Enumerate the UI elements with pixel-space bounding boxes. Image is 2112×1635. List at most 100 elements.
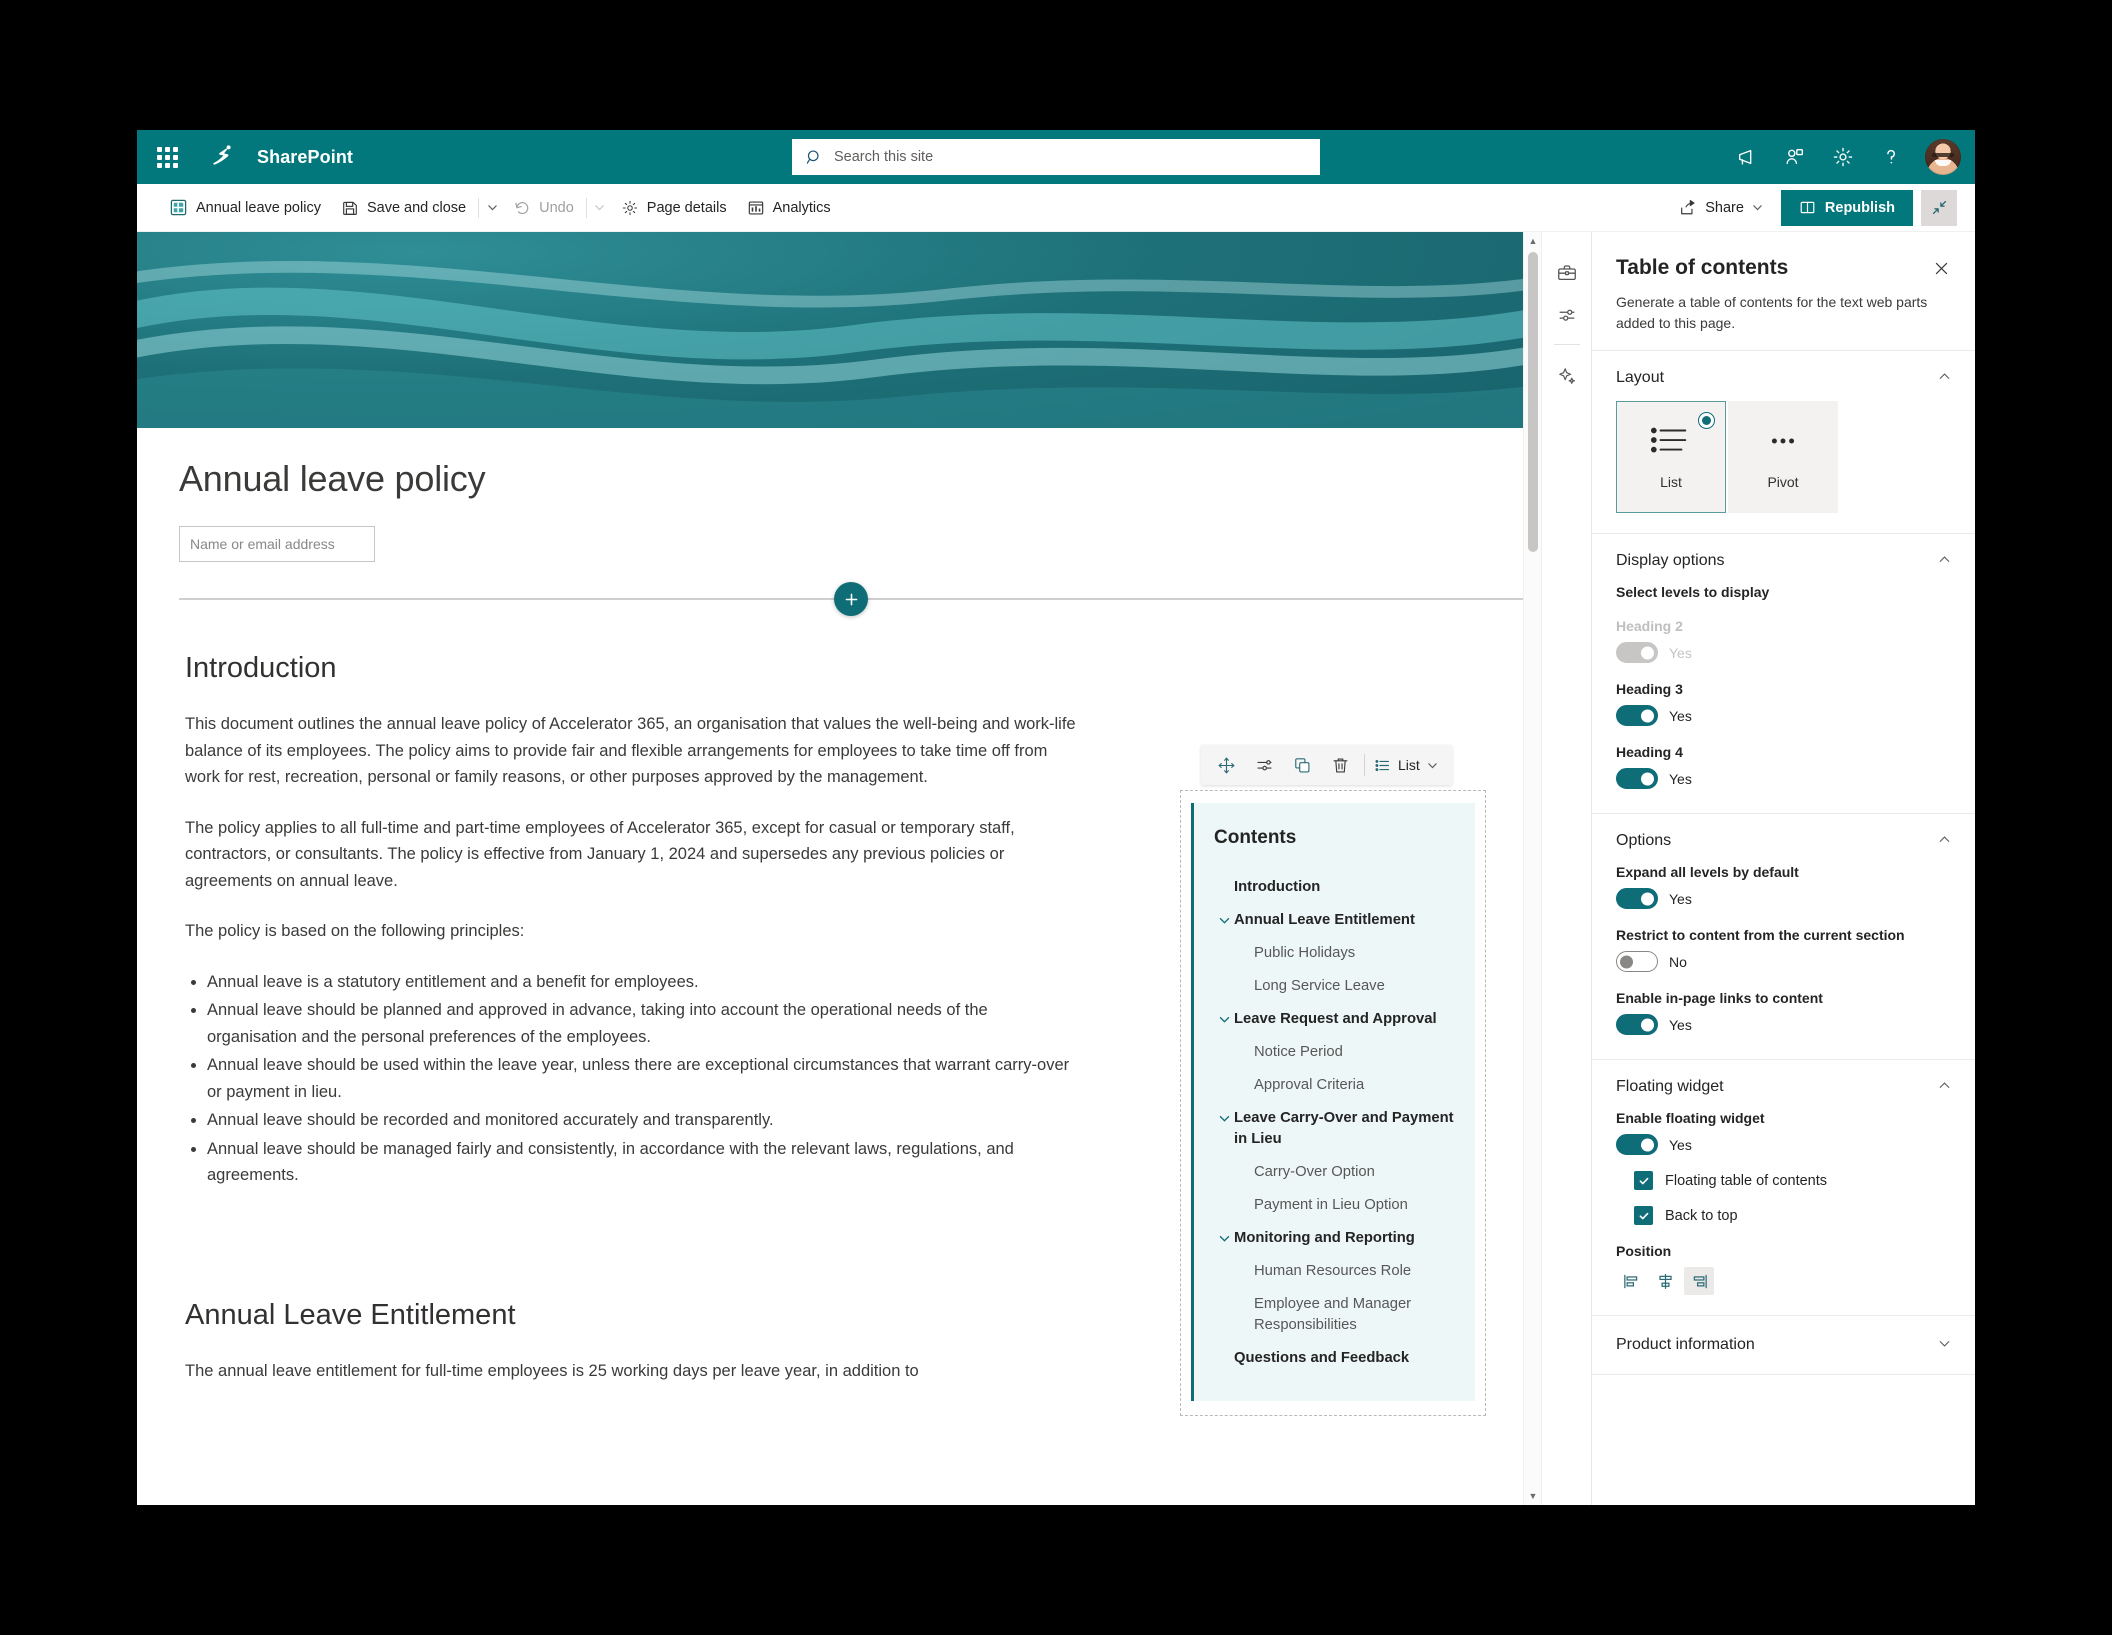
republish-button[interactable]: Republish — [1780, 189, 1913, 226]
toc-item[interactable]: Long Service Leave — [1214, 970, 1457, 1003]
pane-description: Generate a table of contents for the tex… — [1616, 294, 1928, 331]
toc-item[interactable]: Employee and Manager Responsibilities — [1214, 1288, 1457, 1342]
chevron-down-icon[interactable] — [1214, 1009, 1234, 1026]
copilot-sparkle-icon[interactable] — [1547, 355, 1587, 397]
chevron-down-icon[interactable] — [1214, 1228, 1234, 1245]
heading3-toggle[interactable] — [1616, 705, 1658, 726]
scroll-down-arrow[interactable]: ▼ — [1524, 1487, 1542, 1505]
toc-item-label: Carry-Over Option — [1254, 1164, 1375, 1180]
divider — [585, 197, 587, 218]
save-options-caret[interactable] — [481, 189, 503, 227]
heading3-toggle-value: Yes — [1669, 707, 1692, 724]
toc-item[interactable]: Monitoring and Reporting — [1214, 1222, 1457, 1255]
property-pane: Table of contents Generate a table of co… — [1591, 232, 1975, 1505]
byline-input[interactable]: Name or email address — [179, 526, 375, 562]
chevron-down-icon[interactable] — [1214, 1108, 1234, 1125]
user-avatar[interactable] — [1925, 139, 1961, 175]
scroll-up-arrow[interactable]: ▲ — [1524, 232, 1542, 250]
save-and-close-button[interactable]: Save and close — [331, 189, 476, 227]
search-input[interactable] — [834, 149, 1310, 165]
scrollbar-thumb[interactable] — [1528, 252, 1538, 552]
align-right-icon[interactable] — [1684, 1267, 1714, 1295]
canvas-scrollbar[interactable]: ▲ ▼ — [1523, 232, 1541, 1505]
group-display-options-header[interactable]: Display options — [1616, 552, 1951, 570]
inpage-links-toggle[interactable] — [1616, 1014, 1658, 1035]
heading2-toggle[interactable] — [1616, 642, 1658, 663]
app-title: SharePoint — [257, 146, 354, 167]
enable-floating-widget-toggle[interactable] — [1616, 1134, 1658, 1155]
collapse-pane-button[interactable] — [1921, 189, 1957, 226]
toc-item[interactable]: Notice Period — [1214, 1036, 1457, 1069]
republish-label: Republish — [1824, 199, 1895, 216]
webpart-layout-selector[interactable]: List — [1370, 746, 1446, 784]
group-floating-widget-header[interactable]: Floating widget — [1616, 1078, 1951, 1096]
inpage-links-value: Yes — [1669, 1016, 1692, 1033]
group-product-information-header[interactable]: Product information — [1616, 1336, 1951, 1354]
toc-item[interactable]: Annual Leave Entitlement — [1214, 904, 1457, 937]
search-container — [792, 139, 1320, 175]
back-to-top-checkbox-row[interactable]: Back to top — [1634, 1206, 1951, 1225]
help-icon[interactable] — [1869, 134, 1913, 180]
undo-options-caret[interactable] — [589, 189, 611, 227]
align-center-icon[interactable] — [1650, 1267, 1680, 1295]
share-label: Share — [1705, 199, 1744, 216]
select-levels-label: Select levels to display — [1616, 584, 1770, 600]
toc-item-label: Approval Criteria — [1254, 1077, 1365, 1093]
toolbox-icon[interactable] — [1547, 252, 1587, 294]
megaphone-icon[interactable] — [1725, 134, 1769, 180]
toc-item[interactable]: Questions and Feedback — [1214, 1342, 1457, 1375]
enable-floating-widget-value: Yes — [1669, 1136, 1692, 1153]
floating-toc-checkbox[interactable] — [1634, 1171, 1653, 1190]
heading4-toggle[interactable] — [1616, 768, 1658, 789]
heading2-label: Heading 2 — [1616, 618, 1683, 634]
table-of-contents-webpart[interactable]: List Contents Introduction Annual Leave E… — [1180, 745, 1486, 1416]
duplicate-icon[interactable] — [1283, 746, 1321, 784]
enable-floating-widget-label: Enable floating widget — [1616, 1110, 1765, 1126]
share-button[interactable]: Share — [1669, 189, 1773, 227]
layout-option-pivot[interactable]: Pivot — [1728, 401, 1838, 513]
toc-item[interactable]: Leave Request and Approval — [1214, 1003, 1457, 1036]
floating-toc-checkbox-row[interactable]: Floating table of contents — [1634, 1171, 1951, 1190]
app-launcher-button[interactable] — [143, 133, 191, 181]
sharepoint-page-icon — [170, 199, 187, 216]
close-icon[interactable] — [1927, 254, 1955, 282]
analytics-button[interactable]: Analytics — [737, 189, 841, 227]
chevron-down-icon[interactable] — [1214, 910, 1234, 927]
group-layout-header[interactable]: Layout — [1616, 369, 1951, 387]
back-to-top-checkbox[interactable] — [1634, 1206, 1653, 1225]
move-icon[interactable] — [1207, 746, 1245, 784]
group-display-options-title: Display options — [1616, 552, 1725, 569]
toc-item[interactable]: Payment in Lieu Option — [1214, 1189, 1457, 1222]
toc-item-label: Questions and Feedback — [1234, 1350, 1410, 1366]
group-options-header[interactable]: Options — [1616, 832, 1951, 850]
text-webpart-content[interactable]: Introduction This document outlines the … — [137, 600, 1137, 1384]
restrict-section-label: Restrict to content from the current sec… — [1616, 927, 1905, 943]
toc-item[interactable]: Human Resources Role — [1214, 1255, 1457, 1288]
toc-item-label: Monitoring and Reporting — [1234, 1230, 1415, 1246]
toc-item[interactable]: Public Holidays — [1214, 937, 1457, 970]
org-chart-icon[interactable] — [1773, 134, 1817, 180]
layout-option-list[interactable]: List — [1616, 401, 1726, 513]
toc-item[interactable]: Approval Criteria — [1214, 1069, 1457, 1102]
restrict-section-toggle[interactable] — [1616, 951, 1658, 972]
chevron-down-icon — [1938, 1337, 1951, 1353]
page-name-button[interactable]: Annual leave policy — [159, 189, 331, 227]
toc-card: Contents Introduction Annual Leave Entitl… — [1191, 803, 1475, 1401]
sharepoint-logo-icon[interactable] — [205, 140, 239, 174]
waffle-icon — [156, 146, 178, 168]
group-product-information-title: Product information — [1616, 1336, 1755, 1353]
delete-icon[interactable] — [1321, 746, 1359, 784]
page-details-button[interactable]: Page details — [611, 189, 737, 227]
list-item: Annual leave is a statutory entitlement … — [207, 969, 1077, 996]
toc-item[interactable]: Introduction — [1214, 871, 1457, 904]
page-settings-icon[interactable] — [1547, 294, 1587, 336]
toc-item[interactable]: Leave Carry-Over and Payment in Lieu — [1214, 1102, 1457, 1156]
undo-button[interactable]: Undo — [503, 189, 584, 227]
edit-properties-icon[interactable] — [1245, 746, 1283, 784]
toc-item[interactable]: Carry-Over Option — [1214, 1156, 1457, 1189]
expand-all-toggle[interactable] — [1616, 888, 1658, 909]
search-box[interactable] — [792, 139, 1320, 175]
gear-icon[interactable] — [1821, 134, 1865, 180]
add-section-button[interactable] — [834, 582, 868, 616]
align-left-icon[interactable] — [1616, 1267, 1646, 1295]
